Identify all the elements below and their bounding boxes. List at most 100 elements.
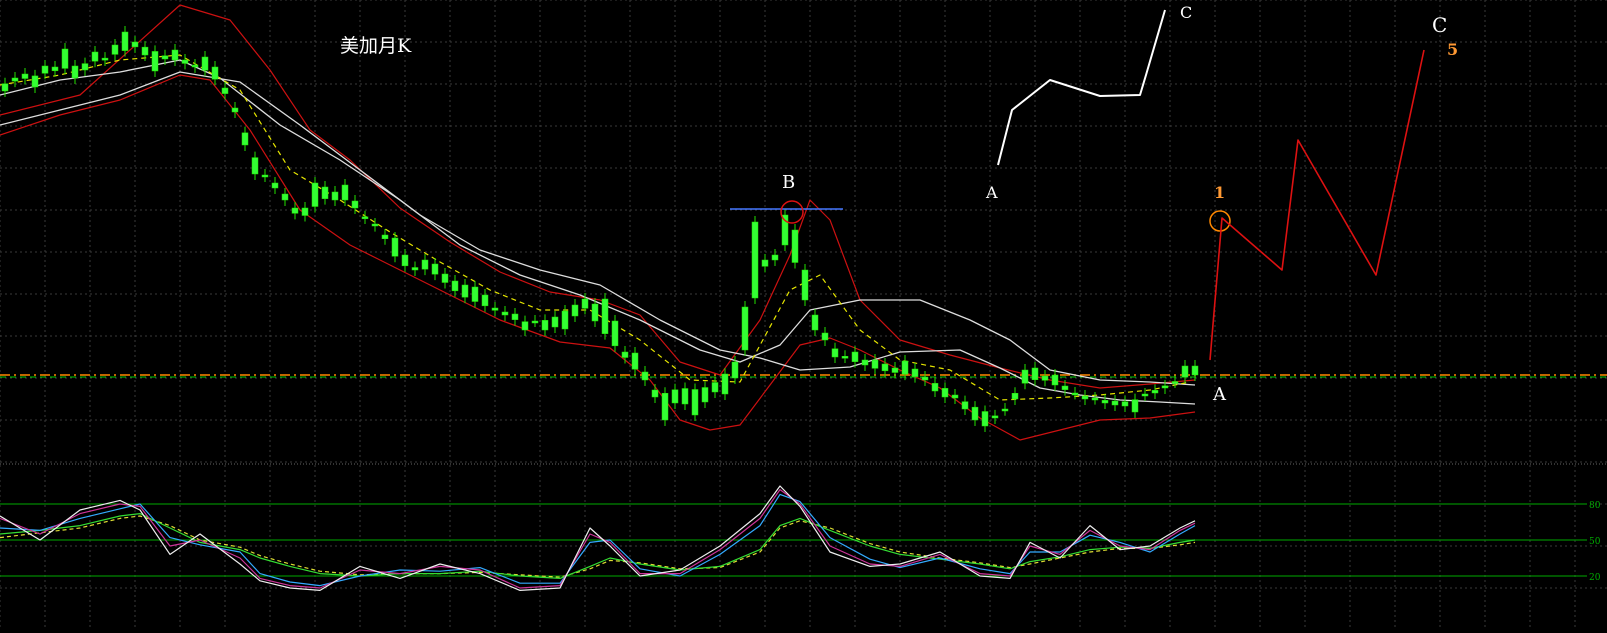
label-c-red: C: [1432, 13, 1447, 37]
candle-body: [1081, 395, 1089, 400]
candle-body: [341, 184, 349, 201]
candle-body: [1101, 400, 1109, 404]
candle-body: [971, 406, 979, 421]
candle-body: [501, 311, 509, 316]
candle-body: [1091, 397, 1099, 401]
candle-body: [91, 51, 99, 62]
candle-body: [601, 298, 609, 334]
candle-body: [381, 234, 389, 239]
candle-body: [51, 66, 59, 72]
candle-body: [521, 321, 529, 331]
chart-title: 美加月K: [340, 35, 412, 57]
candle-body: [131, 41, 139, 48]
candle-body: [241, 132, 249, 146]
candle-body: [1121, 401, 1129, 407]
chart-area: 80 50 20 美加月K B A C C 5 1 A: [0, 0, 1607, 629]
candle-body: [301, 207, 309, 216]
candle-body: [451, 280, 459, 292]
candle-body: [1141, 393, 1149, 397]
candle-body: [331, 191, 339, 201]
candle-body: [491, 307, 499, 311]
candle-body: [471, 286, 479, 302]
candle-body: [631, 352, 639, 370]
candle-body: [811, 314, 819, 331]
candle-body: [481, 294, 489, 307]
candle-body: [661, 393, 669, 421]
candle-body: [1161, 385, 1169, 389]
candle-body: [151, 51, 159, 72]
candle-body: [1031, 367, 1039, 380]
candle-body: [721, 373, 729, 395]
candle-body: [861, 359, 869, 366]
candle-body: [591, 303, 599, 322]
candle-body: [731, 361, 739, 379]
label-a-white: A: [985, 183, 998, 202]
candle-body: [911, 368, 919, 377]
candle-body: [951, 394, 959, 399]
candle-body: [361, 216, 369, 220]
candle-body: [261, 174, 269, 178]
candle-body: [961, 401, 969, 410]
candle-body: [1061, 385, 1069, 390]
candle-body: [71, 65, 79, 79]
candle-body: [691, 389, 699, 416]
candle-body: [291, 207, 299, 214]
candle-body: [401, 254, 409, 267]
candle-body: [831, 348, 839, 358]
candle-body: [411, 267, 419, 271]
candle-body: [1041, 375, 1049, 381]
candle-body: [111, 44, 119, 55]
candle-body: [791, 229, 799, 263]
candle-body: [61, 48, 69, 69]
candle-body: [461, 284, 469, 298]
candle-body: [761, 259, 769, 267]
label-a-end: A: [1212, 384, 1227, 405]
candle-body: [1171, 381, 1179, 384]
candle-body: [621, 351, 629, 358]
candle-body: [271, 182, 279, 189]
label-b: B: [782, 172, 795, 193]
candle-body: [891, 367, 899, 373]
label-5: 5: [1447, 40, 1458, 59]
candle-body: [1131, 399, 1139, 413]
candle-body: [191, 64, 199, 68]
candle-body: [541, 320, 549, 331]
candle-body: [1191, 365, 1199, 376]
candle-body: [161, 55, 169, 60]
candle-body: [571, 304, 579, 317]
candle-body: [351, 200, 359, 209]
candle-body: [101, 57, 109, 61]
candle-body: [531, 320, 539, 324]
candle-body: [931, 383, 939, 392]
candle-body: [671, 389, 679, 404]
candle-body: [681, 388, 689, 405]
candle-body: [431, 263, 439, 275]
candle-body: [941, 388, 949, 398]
candle-body: [771, 254, 779, 261]
oscillator-level-label: 80: [1589, 501, 1601, 511]
candle-body: [211, 66, 219, 80]
candle-body: [921, 376, 929, 381]
label-1: 1: [1214, 183, 1225, 202]
candle-body: [321, 186, 329, 199]
candle-body: [1001, 408, 1009, 412]
candle-body: [1011, 393, 1019, 400]
candle-body: [281, 193, 289, 201]
candle-body: [181, 59, 189, 64]
candle-body: [1021, 369, 1029, 384]
candle-body: [901, 360, 909, 375]
chart-svg: 80 50 20 美加月K B A C C 5 1 A: [0, 0, 1607, 629]
candle-body: [21, 73, 29, 79]
candle-body: [981, 411, 989, 427]
candle-body: [391, 237, 399, 257]
candle-body: [741, 306, 749, 351]
candle-body: [11, 77, 19, 82]
candle-body: [81, 63, 89, 71]
candle-body: [1051, 374, 1059, 386]
candle-body: [711, 382, 719, 393]
candle-body: [841, 356, 849, 359]
label-c-white: C: [1180, 3, 1192, 22]
candle-body: [611, 320, 619, 347]
candle-body: [41, 65, 49, 74]
candle-body: [1071, 392, 1079, 396]
